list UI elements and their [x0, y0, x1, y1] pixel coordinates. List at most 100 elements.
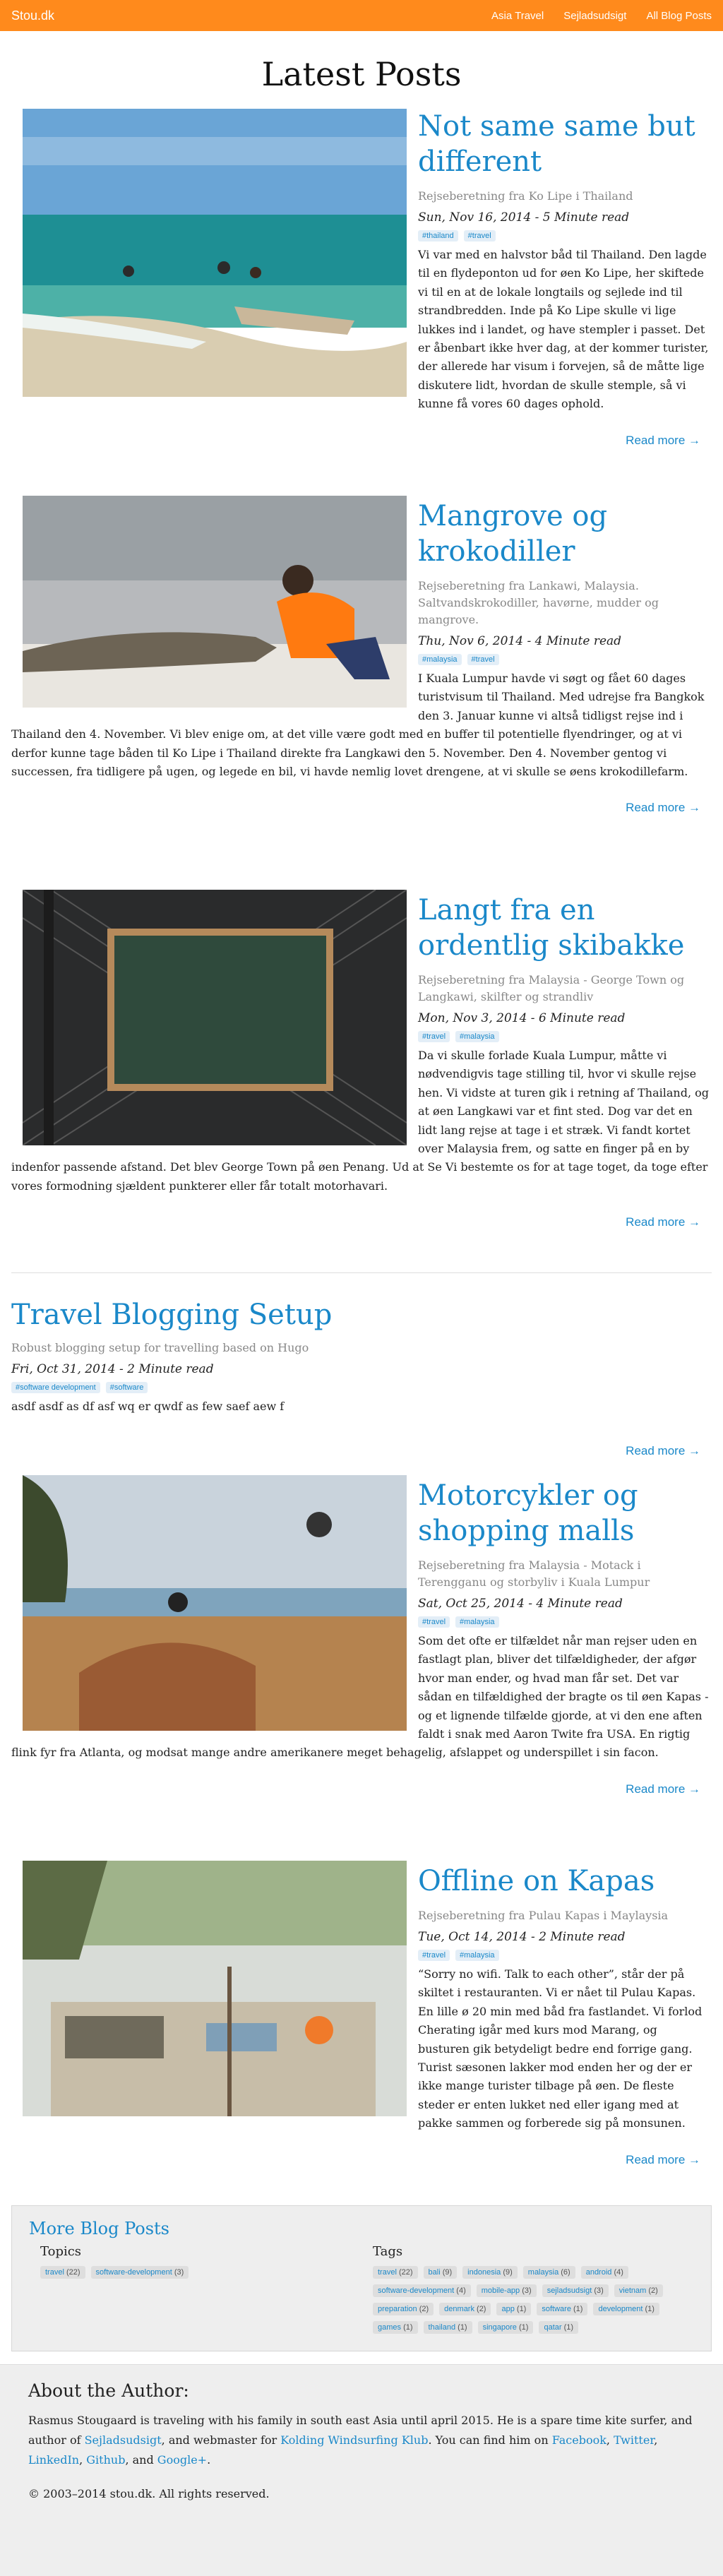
read-more-link[interactable]: Read more →: [626, 2153, 700, 2166]
post-title-link[interactable]: Mangrove og krokodiller: [418, 500, 607, 568]
post-title-link[interactable]: Offline on Kapas: [418, 1865, 655, 1897]
post-tags: #travel #malaysia: [418, 1616, 712, 1628]
post-title-link[interactable]: Motorcykler og shopping malls: [418, 1479, 638, 1547]
tag-chip[interactable]: singapore (1): [477, 2321, 534, 2334]
post-item: Offline on Kapas Rejseberetning fra Pula…: [0, 1838, 723, 2205]
facebook-link[interactable]: Facebook: [552, 2433, 607, 2447]
tag-link[interactable]: #malaysia: [455, 1950, 499, 1961]
linkedin-link[interactable]: LinkedIn: [28, 2453, 79, 2467]
tag-link[interactable]: #travel: [418, 1616, 450, 1628]
tag-chip[interactable]: android (4): [580, 2266, 628, 2279]
tag-chip[interactable]: software-development (3): [90, 2266, 189, 2279]
tag-chip[interactable]: malaysia (6): [522, 2266, 575, 2279]
post-title-link[interactable]: Not same same but different: [418, 110, 695, 178]
tag-chip-count: (1): [645, 2305, 655, 2313]
tag-chip-name: software-development: [378, 2286, 455, 2295]
tag-chip[interactable]: software-development (4): [373, 2284, 471, 2297]
nav-link-sejladsudsigt[interactable]: Sejladsudsigt: [563, 10, 626, 22]
tag-chip-name: preparation: [378, 2305, 417, 2313]
tag-link[interactable]: #software development: [11, 1382, 100, 1393]
about-text: Rasmus Stougaard is traveling with his f…: [28, 2411, 695, 2470]
tag-link[interactable]: #travel: [467, 654, 499, 665]
tag-chip-name: vietnam: [619, 2286, 647, 2295]
tag-chip-count: (2): [477, 2305, 486, 2313]
tag-chip[interactable]: app (1): [496, 2303, 532, 2315]
tag-chip[interactable]: travel (22): [40, 2266, 85, 2279]
read-more-link[interactable]: Read more →: [626, 1782, 700, 1796]
tag-link[interactable]: #travel: [418, 1950, 450, 1961]
post-subtitle: Robust blogging setup for travelling bas…: [11, 1341, 309, 1354]
more-blog-posts: More Blog Posts Topics travel (22) softwa…: [11, 2205, 712, 2351]
github-link[interactable]: Github: [86, 2453, 125, 2467]
tag-link[interactable]: #travel: [463, 230, 496, 242]
post-title-link[interactable]: Langt fra en ordentlig skibakke: [418, 894, 684, 962]
post-item: Mangrove og krokodiller Rejseberetning f…: [0, 475, 723, 867]
nav-links: Asia Travel Sejladsudsigt All Blog Posts: [491, 10, 712, 22]
tag-chip[interactable]: mobile-app (3): [476, 2284, 537, 2297]
post-tags: #travel #malaysia: [418, 1950, 712, 1961]
tag-link[interactable]: #travel: [418, 1031, 450, 1042]
tag-chip-name: singapore: [482, 2323, 517, 2332]
brand-link[interactable]: Stou.dk: [11, 8, 54, 23]
tag-chip-count: (3): [174, 2268, 184, 2277]
post-title-link[interactable]: Travel Blogging Setup: [11, 1299, 332, 1331]
post-image-motocross[interactable]: [23, 1475, 407, 1731]
tag-chip[interactable]: sejladsudsigt (3): [542, 2284, 609, 2297]
post-image-crocodile[interactable]: [23, 496, 407, 708]
post-item: Langt fra en ordentlig skibakke Rejseber…: [0, 867, 723, 1258]
tag-chip-count: (2): [648, 2286, 658, 2295]
tag-link[interactable]: #malaysia: [418, 654, 462, 665]
comma: ,: [79, 2453, 87, 2467]
post-image-kapas[interactable]: [23, 1861, 407, 2116]
tag-chip-count: (1): [563, 2323, 574, 2332]
nav-link-asia-travel[interactable]: Asia Travel: [491, 10, 544, 22]
tag-chip-name: software: [542, 2305, 571, 2313]
tag-chip[interactable]: software (1): [537, 2303, 588, 2315]
post-image-chalkboard[interactable]: [23, 890, 407, 1145]
read-more-link[interactable]: Read more →: [626, 1215, 700, 1229]
tag-chip-count: (22): [66, 2268, 80, 2277]
tags-list: travel (22) bali (9) indonesia (9) malaysia…: [373, 2266, 694, 2334]
tag-chip-count: (1): [516, 2305, 527, 2313]
sejladsudsigt-link[interactable]: Sejladsudsigt: [85, 2433, 162, 2447]
tag-link[interactable]: #software: [105, 1382, 148, 1393]
post-tags: #software development #software: [11, 1382, 712, 1393]
tags-heading: Tags: [373, 2244, 403, 2259]
tag-chip[interactable]: development (1): [593, 2303, 659, 2315]
kws-link[interactable]: Kolding Windsurfing Klub: [280, 2433, 428, 2447]
tag-link[interactable]: #malaysia: [455, 1616, 499, 1628]
post-item: Motorcykler og shopping malls Rejseberet…: [0, 1451, 723, 1838]
nav-link-all-blog-posts[interactable]: All Blog Posts: [646, 10, 712, 22]
tag-chip[interactable]: vietnam (2): [614, 2284, 663, 2297]
about-text-part: . You can find him on: [428, 2433, 549, 2447]
tag-chip-count: (4): [456, 2286, 466, 2295]
googleplus-link[interactable]: Google+: [157, 2453, 207, 2467]
tag-chip-name: development: [598, 2305, 643, 2313]
tag-chip[interactable]: bali (9): [423, 2266, 458, 2279]
tag-chip-name: software-development: [95, 2268, 172, 2277]
tag-link[interactable]: #malaysia: [455, 1031, 499, 1042]
tag-chip[interactable]: denmark (2): [439, 2303, 491, 2315]
twitter-link[interactable]: Twitter: [614, 2433, 654, 2447]
tag-chip[interactable]: indonesia (9): [462, 2266, 518, 2279]
tag-chip-count: (1): [458, 2323, 467, 2332]
tag-chip-name: app: [501, 2305, 515, 2313]
read-more-link[interactable]: Read more →: [626, 434, 700, 447]
tag-link[interactable]: #thailand: [418, 230, 458, 242]
tag-chip[interactable]: qatar (1): [539, 2321, 579, 2334]
tag-chip[interactable]: games (1): [373, 2321, 418, 2334]
about-text-part: , and webmaster for: [161, 2433, 277, 2447]
copyright: © 2003–2014 stou.dk. All rights reserved…: [28, 2487, 270, 2500]
tag-chip[interactable]: thailand (1): [423, 2321, 472, 2334]
tag-chip[interactable]: travel (22): [373, 2266, 418, 2279]
post-tags: #thailand #travel: [418, 230, 712, 242]
tag-chip[interactable]: preparation (2): [373, 2303, 434, 2315]
tag-chip-name: mobile-app: [481, 2286, 520, 2295]
post-image-beach[interactable]: [23, 109, 407, 397]
read-more-link[interactable]: Read more →: [626, 801, 700, 814]
post-tags: #travel #malaysia: [418, 1031, 712, 1042]
tag-chip-count: (4): [614, 2268, 623, 2277]
tag-chip-name: sejladsudsigt: [546, 2286, 592, 2295]
tag-chip-name: travel: [378, 2268, 397, 2277]
top-navbar: Stou.dk Asia Travel Sejladsudsigt All Bl…: [0, 0, 723, 31]
